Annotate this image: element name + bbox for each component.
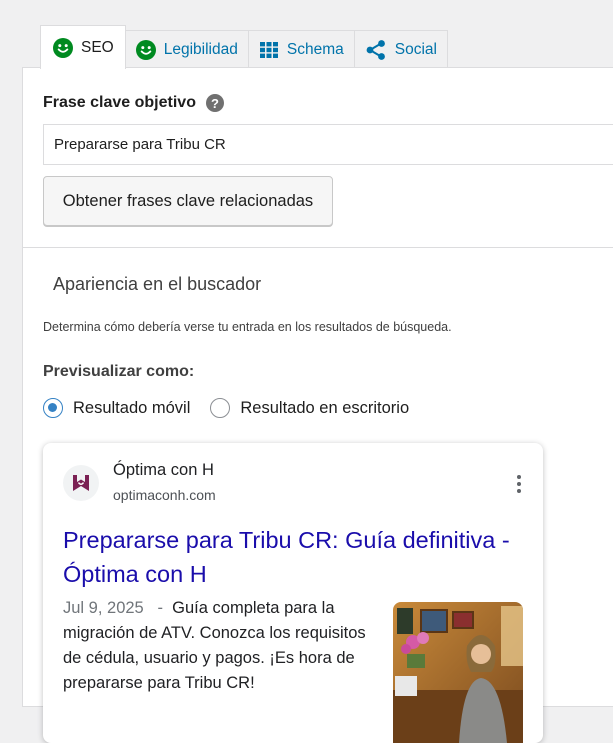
focus-keyphrase-label-row: Frase clave objetivo ? [43, 94, 224, 112]
radio-mobile-result[interactable]: Resultado móvil [43, 398, 190, 418]
serp-thumbnail [393, 602, 523, 743]
focus-keyphrase-label: Frase clave objetivo [43, 94, 196, 111]
site-favicon [63, 465, 99, 501]
serp-site-name: Óptima con H [113, 461, 214, 479]
focus-keyphrase-input[interactable] [43, 124, 613, 165]
serp-site-url: optimaconh.com [113, 487, 216, 503]
tab-social[interactable]: Social [353, 30, 448, 68]
tab-legibilidad[interactable]: Legibilidad [124, 30, 249, 68]
site-logo-icon [73, 475, 89, 491]
share-icon [366, 39, 385, 60]
radio-label-mobile: Resultado móvil [73, 398, 191, 417]
tab-seo[interactable]: SEO [40, 25, 126, 69]
related-keyphrases-button[interactable]: Obtener frases clave relacionadas [43, 176, 333, 226]
smiley-icon [135, 39, 156, 60]
radio-desktop-result[interactable]: Resultado en escritorio [210, 398, 409, 418]
tab-label: Social [394, 40, 437, 58]
preview-as-label: Previsualizar como: [43, 363, 195, 380]
smiley-icon [53, 37, 73, 58]
seo-panel: Frase clave objetivo ? Obtener frases cl… [22, 67, 613, 743]
serp-date: Jul 9, 2025 [63, 599, 144, 617]
radio-button-mobile[interactable] [43, 398, 63, 418]
metabox-tabs: SEO Legibilidad Schema Social [40, 24, 448, 69]
photo-thumbnail-icon [393, 602, 523, 743]
search-appearance-title[interactable]: Apariencia en el buscador [53, 274, 261, 295]
grid-icon [259, 41, 278, 58]
more-options-icon[interactable] [513, 475, 525, 493]
serp-preview-card: Óptima con H optimaconh.com Prepararse p… [43, 443, 543, 743]
help-icon[interactable]: ? [205, 94, 224, 112]
preview-mode-radios: Resultado móvil Resultado en escritorio [43, 398, 429, 418]
tab-label: Legibilidad [163, 40, 238, 58]
search-appearance-description: Determina cómo debería verse tu entrada … [43, 320, 452, 334]
radio-button-desktop[interactable] [210, 398, 231, 418]
tab-label: Schema [286, 40, 344, 58]
radio-label-desktop: Resultado en escritorio [240, 398, 410, 417]
section-divider [23, 247, 613, 248]
tab-label: SEO [81, 38, 114, 56]
serp-snippet: Jul 9, 2025 - Guía completa para la migr… [63, 596, 373, 696]
serp-title[interactable]: Prepararse para Tribu CR: Guía definitiv… [63, 523, 533, 591]
tab-schema[interactable]: Schema [247, 30, 355, 68]
